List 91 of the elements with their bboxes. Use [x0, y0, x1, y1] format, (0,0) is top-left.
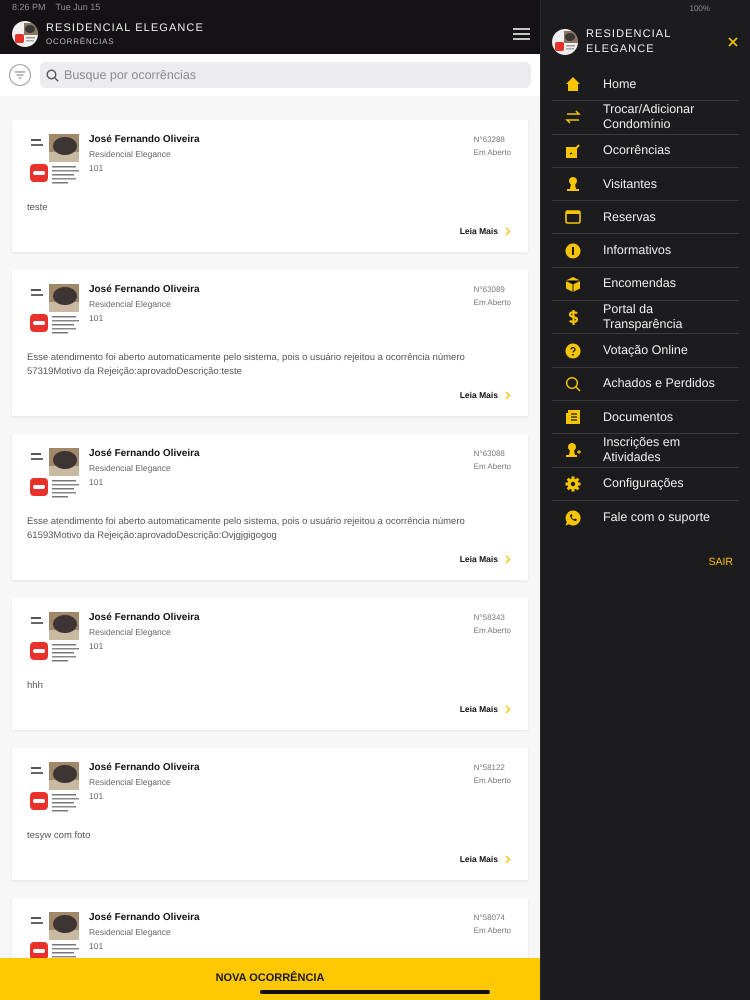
- settings-icon: [564, 474, 582, 493]
- occurrence-card[interactable]: [12, 270, 528, 416]
- menu-item[interactable]: Configurações: [552, 468, 739, 501]
- read-more-link[interactable]: Leia Mais: [460, 554, 498, 564]
- menu-item[interactable]: Votação Online: [552, 334, 739, 368]
- status-time: 8:26 PM: [12, 2, 46, 12]
- search-field[interactable]: Busque por ocorrências: [40, 62, 531, 88]
- occurrence-status: Em Aberto: [474, 926, 511, 935]
- occurrence-number: N°58074: [474, 913, 505, 922]
- menu-icon[interactable]: [513, 28, 530, 40]
- occurrence-status: Em Aberto: [474, 148, 511, 157]
- menu-item[interactable]: Visitantes: [552, 168, 739, 202]
- condominium-name: Residencial Elegance: [89, 777, 172, 787]
- condominium-name: Residencial Elegance: [89, 299, 172, 309]
- resident-name: José Fernando Oliveira: [89, 448, 201, 459]
- read-more-link[interactable]: Leia Mais: [460, 854, 498, 864]
- person-plus-icon: [564, 441, 582, 460]
- occurrence-description: tesyw com foto: [27, 829, 92, 843]
- unit-number: 101: [89, 941, 104, 951]
- person-icon: [564, 175, 582, 194]
- drawer-title: RESIDENCIAL ELEGANCE: [586, 27, 672, 57]
- battery-level: 100%: [690, 4, 710, 12]
- menu-item[interactable]: Ocorrências: [552, 134, 739, 168]
- occurrence-status: Em Aberto: [474, 626, 511, 635]
- menu-item[interactable]: Reservas: [552, 201, 739, 234]
- menu-item[interactable]: Achados e Perdidos: [552, 368, 739, 401]
- edit-icon: [564, 142, 582, 160]
- occurrence-number: N°63089: [474, 285, 505, 294]
- swap-arrows-icon: [564, 108, 582, 126]
- occurrence-description: Esse atendimento foi aberto automaticamente pelo sistema, pois o usuário rejeitou a ocorrência número 57319Motivo da Rejeição:aprovadoDescrição:teste: [27, 351, 466, 379]
- occurrence-status: Em Aberto: [474, 298, 511, 307]
- chevron-right-icon: [505, 704, 511, 714]
- close-icon[interactable]: [728, 37, 738, 47]
- question-icon: [564, 342, 582, 360]
- occurrence-number: N°63288: [474, 135, 505, 144]
- info-icon: [564, 242, 582, 260]
- condominium-name: Residencial Elegance: [89, 149, 172, 159]
- chevron-right-icon: [505, 854, 511, 864]
- menu-item[interactable]: Informativos: [552, 234, 739, 268]
- read-more-link[interactable]: Leia Mais: [460, 226, 498, 236]
- house-icon: [564, 75, 582, 94]
- occurrence-card[interactable]: José Fernando Oliveira Residencial Elegance 101 N°58074 Em Aberto: [12, 898, 528, 958]
- chevron-right-icon: [505, 226, 511, 236]
- condominium-name: Residencial Elegance: [89, 627, 172, 637]
- chat-phone-icon: [564, 508, 582, 526]
- unit-number: 101: [89, 313, 104, 323]
- occurrence-description: hhh: [27, 679, 44, 693]
- unit-number: 101: [89, 791, 104, 801]
- search-icon: [46, 69, 59, 82]
- new-occurrence-button[interactable]: NOVA OCORRÊNCIA: [0, 958, 540, 1000]
- search-icon: [564, 374, 582, 393]
- resident-name: José Fernando Oliveira: [89, 762, 201, 773]
- condominium-name: Residencial Elegance: [89, 927, 172, 937]
- box-icon: [564, 274, 582, 293]
- filter-icon[interactable]: [9, 64, 31, 86]
- status-date: Tue Jun 15: [56, 2, 100, 12]
- occurrence-number: N°63088: [474, 449, 505, 458]
- logout-link[interactable]: SAIR: [708, 556, 733, 568]
- calendar-icon: [564, 208, 582, 226]
- occurrence-number: N°58122: [474, 763, 505, 772]
- resident-name: José Fernando Oliveira: [89, 134, 201, 145]
- resident-name: José Fernando Oliveira: [89, 612, 201, 623]
- resident-name: José Fernando Oliveira: [89, 284, 201, 295]
- occurrence-card[interactable]: José Fernando Oliveira Residencial Elegance 101 N°63288 Em Aberto teste Leia Mais: [12, 120, 528, 252]
- occurrence-card[interactable]: José Fernando Oliveira Residencial Elegance 101 N°58122 Em Aberto tesyw com foto Leia Mais: [12, 748, 528, 880]
- menu-item[interactable]: Portal da Transparência: [552, 301, 739, 334]
- read-more-link[interactable]: Leia Mais: [460, 390, 498, 400]
- resident-name: José Fernando Oliveira: [89, 912, 201, 923]
- occurrence-card[interactable]: [12, 434, 528, 580]
- chevron-right-icon: [505, 390, 511, 400]
- unit-number: 101: [89, 641, 104, 651]
- unit-number: 101: [89, 477, 104, 487]
- menu-item[interactable]: Documentos: [552, 400, 739, 434]
- menu-item[interactable]: Trocar/Adicionar Condomínio: [552, 101, 739, 135]
- read-more-link[interactable]: Leia Mais: [460, 704, 498, 714]
- menu-item[interactable]: Home: [552, 68, 739, 102]
- occurrence-status: Em Aberto: [474, 776, 511, 785]
- document-icon: [564, 408, 582, 426]
- menu-item[interactable]: Inscrições em Atividades: [552, 434, 739, 468]
- occurrence-card[interactable]: José Fernando Oliveira Residencial Elegance 101 N°58343 Em Aberto hhh Leia Mais: [12, 598, 528, 730]
- menu-item[interactable]: Fale com o suporte: [552, 500, 739, 534]
- occurrence-status: Em Aberto: [474, 462, 511, 471]
- occurrence-number: N°58343: [474, 613, 505, 622]
- occurrence-description: teste: [27, 201, 49, 215]
- page-subtitle: OCORRÊNCIAS: [46, 37, 116, 46]
- condominium-name: Residencial Elegance: [89, 463, 172, 473]
- occurrence-description: Esse atendimento foi aberto automaticamente pelo sistema, pois o usuário rejeitou a ocorrência número 61593Motivo da Rejeição:aprovadoDescrição:Ovjgjgigogog: [27, 515, 466, 543]
- app-title: RESIDENCIAL ELEGANCE: [46, 22, 205, 34]
- chevron-right-icon: [505, 554, 511, 564]
- unit-number: 101: [89, 163, 104, 173]
- menu-item[interactable]: Encomendas: [552, 268, 739, 302]
